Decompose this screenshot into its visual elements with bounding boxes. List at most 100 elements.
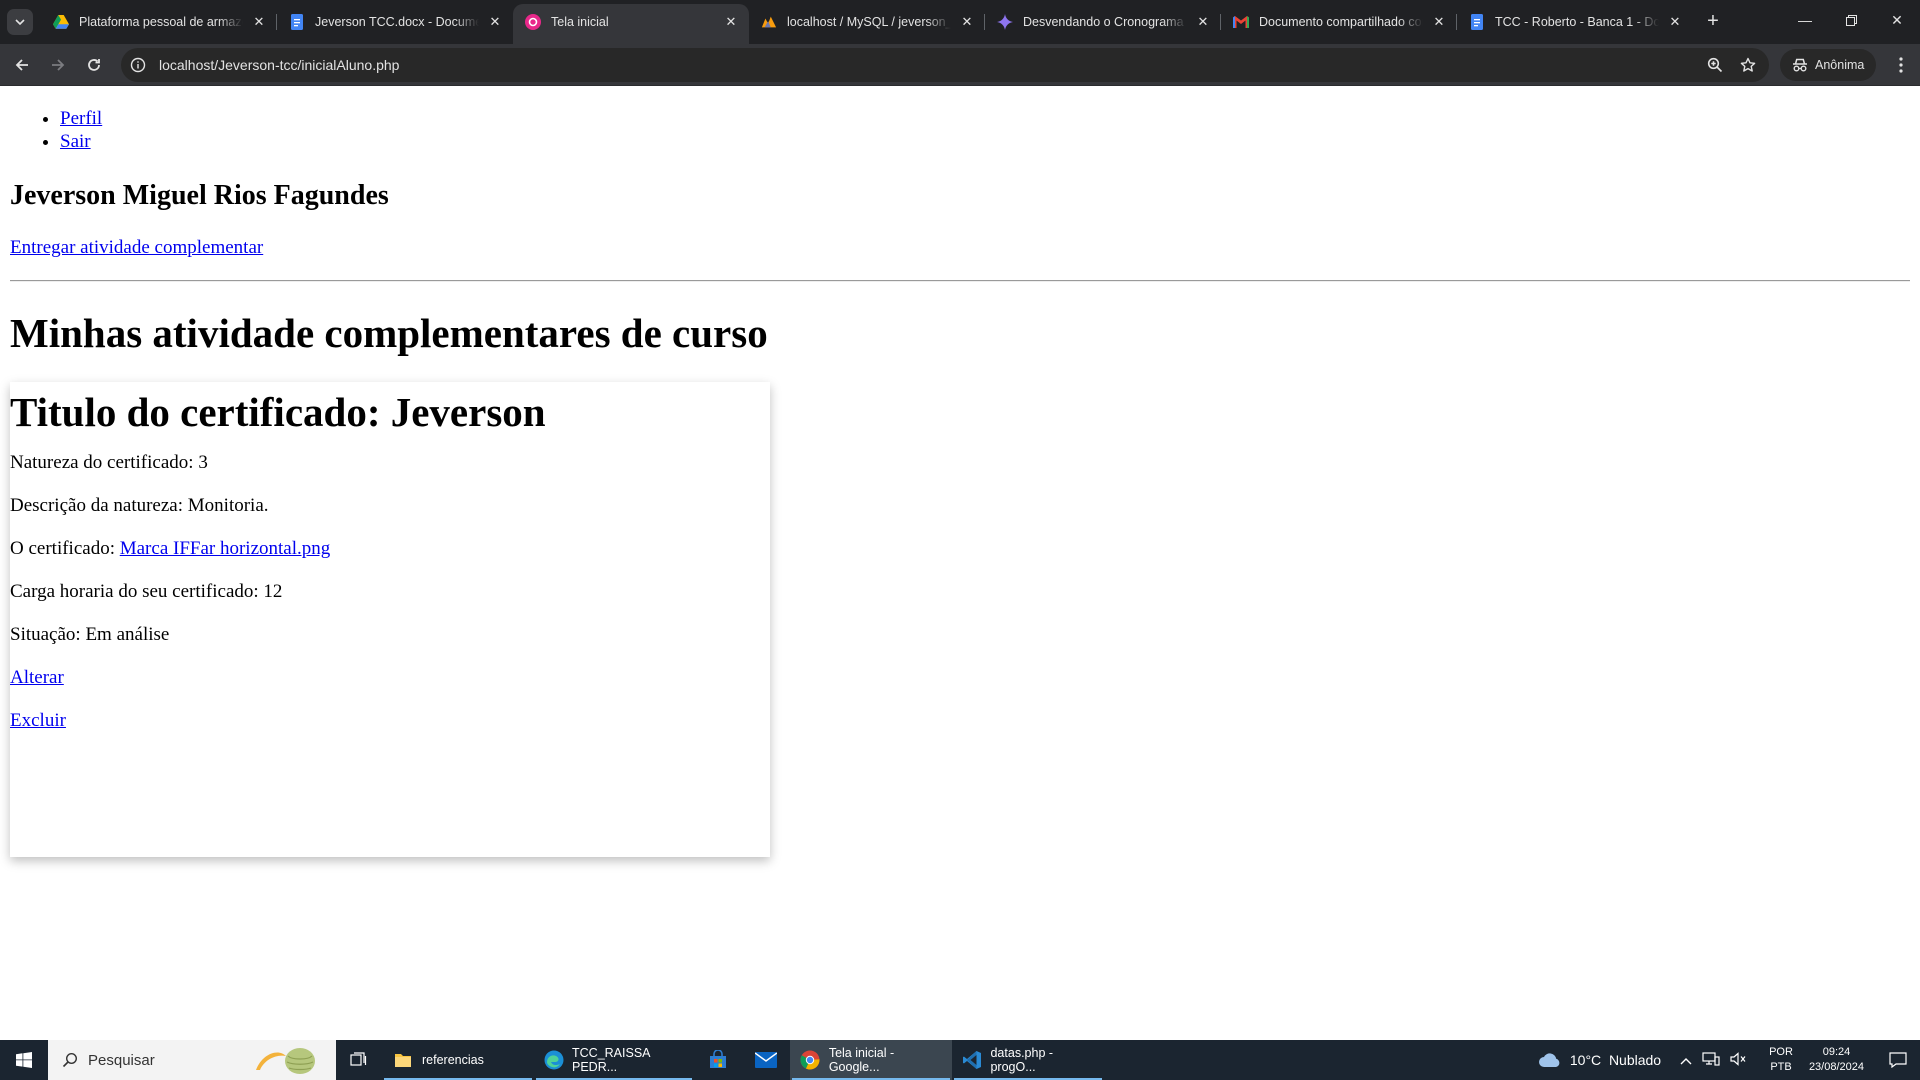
tab-title: localhost / MySQL / jeverson_tcc [787, 15, 951, 29]
notification-center-button[interactable] [1876, 1040, 1920, 1080]
close-icon[interactable]: ✕ [1431, 14, 1447, 30]
tab-title: Desvendando o Cronograma do TCC [1023, 15, 1187, 29]
chrome-icon [800, 1049, 821, 1071]
weather-widget[interactable]: 10°C Nublado [1538, 1052, 1661, 1068]
taskbar-clock[interactable]: 09:24 23/08/2024 [1809, 1045, 1864, 1075]
taskbar-app-vscode[interactable]: datas.php - progO... [952, 1040, 1104, 1080]
taskbar-search-box[interactable]: Pesquisar [48, 1040, 336, 1080]
notification-icon [1889, 1052, 1907, 1068]
phpmyadmin-icon [761, 14, 777, 30]
description-value: Monitoria. [187, 495, 269, 516]
tab-title: Tela inicial [551, 15, 609, 29]
gmail-icon [1233, 14, 1249, 30]
delete-row: Excluir [10, 710, 66, 732]
bookmark-star-icon[interactable] [1733, 50, 1763, 80]
delete-link[interactable]: Excluir [10, 710, 66, 731]
certificate-card: Titulo do certificado: Jeverson Natureza… [10, 382, 770, 857]
lang-layout: PTB [1770, 1061, 1792, 1073]
mail-icon [755, 1049, 777, 1071]
taskbar-app-label: datas.php - progO... [990, 1046, 1054, 1074]
close-window-icon[interactable]: ✕ [1874, 0, 1920, 40]
site-favicon-icon [525, 14, 541, 30]
status-label: Situação: [10, 624, 81, 645]
profile-link[interactable]: Perfil [60, 108, 102, 129]
arrow-left-icon [15, 58, 28, 71]
taskbar-app-chrome[interactable]: Tela inicial - Google... [790, 1040, 952, 1080]
certificate-hours: Carga horaria do seu certificado: 12 [10, 581, 282, 603]
certificate-title: Titulo do certificado: Jeverson [10, 389, 546, 435]
minimize-icon[interactable]: — [1782, 0, 1828, 40]
browser-tab[interactable]: localhost / MySQL / jeverson_tcc ✕ [749, 4, 985, 40]
start-button[interactable] [0, 1040, 48, 1080]
browser-tab-active[interactable]: Tela inicial ✕ [513, 4, 749, 44]
more-menu-icon[interactable] [1886, 50, 1916, 80]
search-highlight-melon-icon [256, 1048, 315, 1074]
edge-icon [544, 1049, 564, 1071]
restore-icon[interactable] [1828, 0, 1874, 40]
tab-title: Plataforma pessoal de armazenamento [79, 15, 243, 29]
back-button[interactable] [6, 49, 38, 81]
taskbar-app-label: Tela inicial - Google... [828, 1046, 895, 1074]
taskbar-app-label: referencias [422, 1053, 484, 1067]
taskbar-app-edge[interactable]: TCC_RAISSA PEDR... [534, 1040, 694, 1080]
browser-tab[interactable]: TCC - Roberto - Banca 1 - Documentos ✕ [1457, 4, 1693, 40]
incognito-profile-button[interactable]: Anônima [1780, 49, 1877, 81]
profile-label: Anônima [1815, 58, 1865, 72]
browser-toolbar: localhost/Jeverson-tcc/inicialAluno.php … [0, 44, 1920, 86]
site-info-icon[interactable] [123, 50, 153, 80]
zoom-icon[interactable] [1700, 50, 1730, 80]
network-icon[interactable] [1702, 1051, 1720, 1069]
tab-search-button[interactable] [7, 9, 33, 35]
close-icon[interactable]: ✕ [487, 14, 503, 30]
nature-value: 3 [198, 452, 208, 473]
close-icon[interactable]: ✕ [1195, 14, 1211, 30]
reload-button[interactable] [78, 49, 110, 81]
tab-title: Jeverson TCC.docx - Documentos Google [315, 15, 479, 29]
new-tab-button[interactable]: + [1699, 8, 1727, 36]
hours-label: Carga horaria do seu certificado: [10, 581, 259, 602]
address-bar[interactable]: localhost/Jeverson-tcc/inicialAluno.php [121, 48, 1769, 82]
taskbar-app-mail[interactable] [742, 1040, 790, 1080]
browser-tab[interactable]: Jeverson TCC.docx - Documentos Google ✕ [277, 4, 513, 40]
page-content: Perfil Sair Jeverson Miguel Rios Fagunde… [0, 87, 1920, 1040]
certificate-nature: Natureza do certificado: 3 [10, 452, 208, 474]
gemini-icon [997, 14, 1013, 30]
tab-title: Documento compartilhado com você [1259, 15, 1423, 29]
google-docs-icon [289, 14, 305, 30]
certificate-file-link[interactable]: Marca IFFar horizontal.png [120, 538, 331, 559]
window-controls: — ✕ [1782, 0, 1920, 40]
chevron-down-icon [15, 19, 25, 26]
status-value: Em análise [85, 624, 170, 645]
taskbar-app-explorer[interactable]: referencias [382, 1040, 534, 1080]
chevron-up-icon[interactable] [1680, 1053, 1692, 1068]
browser-tab[interactable]: Desvendando o Cronograma do TCC ✕ [985, 4, 1221, 40]
nav-menu: Perfil Sair [60, 107, 102, 153]
browser-tab[interactable]: Documento compartilhado com você ✕ [1221, 4, 1457, 40]
input-language-indicator[interactable]: POR PTB [1769, 1045, 1793, 1075]
system-tray: 10°C Nublado POR PTB 09:24 23/08/2024 [1538, 1040, 1920, 1080]
nav-item-sair: Sair [60, 130, 102, 153]
lang-primary: POR [1769, 1046, 1793, 1058]
close-icon[interactable]: ✕ [1667, 14, 1683, 30]
forward-button[interactable] [42, 49, 74, 81]
browser-tab-strip: Plataforma pessoal de armazenamento ✕ Je… [0, 0, 1920, 44]
certificate-description: Descrição da natureza: Monitoria. [10, 495, 269, 517]
taskbar-app-store[interactable] [694, 1040, 742, 1080]
close-icon[interactable]: ✕ [959, 14, 975, 30]
task-view-button[interactable] [336, 1040, 382, 1080]
arrow-right-icon [52, 58, 65, 71]
close-icon[interactable]: ✕ [723, 14, 739, 30]
taskbar-app-label: TCC_RAISSA PEDR... [572, 1046, 650, 1074]
file-explorer-icon [392, 1049, 414, 1071]
edit-link[interactable]: Alterar [10, 667, 64, 688]
url-text[interactable]: localhost/Jeverson-tcc/inicialAluno.php [159, 57, 399, 73]
google-docs-icon [1469, 14, 1485, 30]
close-icon[interactable]: ✕ [251, 14, 267, 30]
incognito-icon [1793, 58, 1807, 72]
logout-link[interactable]: Sair [60, 131, 91, 152]
browser-tab[interactable]: Plataforma pessoal de armazenamento ✕ [41, 4, 277, 40]
deliver-activity-link[interactable]: Entregar atividade complementar [10, 237, 263, 259]
description-label: Descrição da natureza: [10, 495, 184, 516]
volume-muted-icon[interactable] [1730, 1051, 1746, 1069]
weather-condition: Nublado [1608, 1052, 1662, 1068]
